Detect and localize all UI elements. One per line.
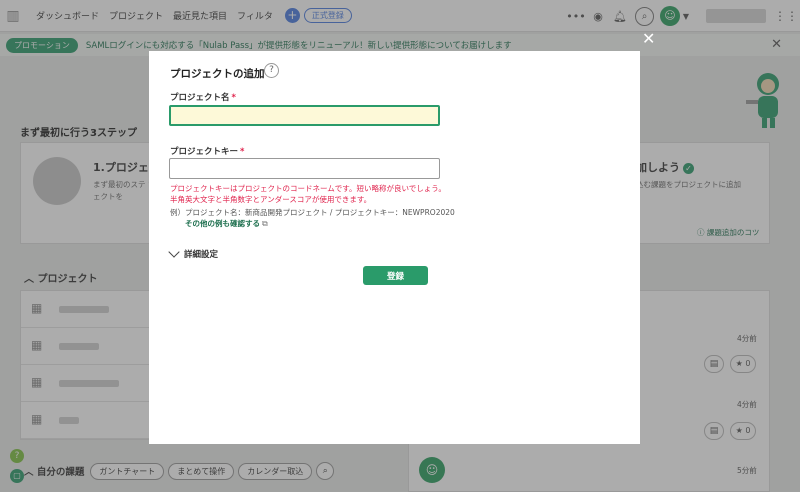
project-key-label-text: プロジェクトキー bbox=[170, 147, 239, 157]
project-name-label: プロジェクト名 * bbox=[170, 91, 236, 103]
close-icon[interactable]: ✕ bbox=[642, 29, 655, 48]
advanced-settings-toggle[interactable]: 詳細設定 bbox=[168, 246, 219, 260]
help-icon[interactable]: ? bbox=[264, 63, 279, 78]
more-examples-text: その他の例も確認する bbox=[185, 219, 260, 228]
hint-line-1: プロジェクトキーはプロジェクトのコードネームです。短い略称が良いでしょう。 bbox=[170, 184, 446, 193]
add-project-dialog: プロジェクトの追加 ? プロジェクト名 * プロジェクトキー * プロジェクトキーは… bbox=[149, 51, 640, 444]
project-key-hint: プロジェクトキーはプロジェクトのコードネームです。短い略称が良いでしょう。 半角… bbox=[170, 183, 446, 205]
project-name-input[interactable] bbox=[169, 105, 440, 126]
hint-line-2: 半角英大文字と半角数字とアンダースコアが使用できます。 bbox=[170, 195, 372, 204]
more-examples-link[interactable]: その他の例も確認する ⧉ bbox=[185, 218, 268, 229]
advanced-settings-label: 詳細設定 bbox=[184, 250, 219, 260]
project-key-example: 例）プロジェクト名：新商品開発プロジェクト / プロジェクトキー：NEWPRO2… bbox=[170, 208, 455, 217]
required-mark: * bbox=[231, 93, 236, 103]
project-key-input[interactable] bbox=[169, 158, 440, 179]
external-link-icon: ⧉ bbox=[262, 219, 268, 228]
required-mark: * bbox=[240, 147, 245, 157]
project-key-label: プロジェクトキー * bbox=[170, 145, 244, 157]
project-name-label-text: プロジェクト名 bbox=[170, 93, 230, 103]
chevron-down-icon bbox=[168, 246, 180, 258]
submit-button[interactable]: 登録 bbox=[363, 266, 428, 285]
dialog-title: プロジェクトの追加 bbox=[170, 68, 265, 80]
